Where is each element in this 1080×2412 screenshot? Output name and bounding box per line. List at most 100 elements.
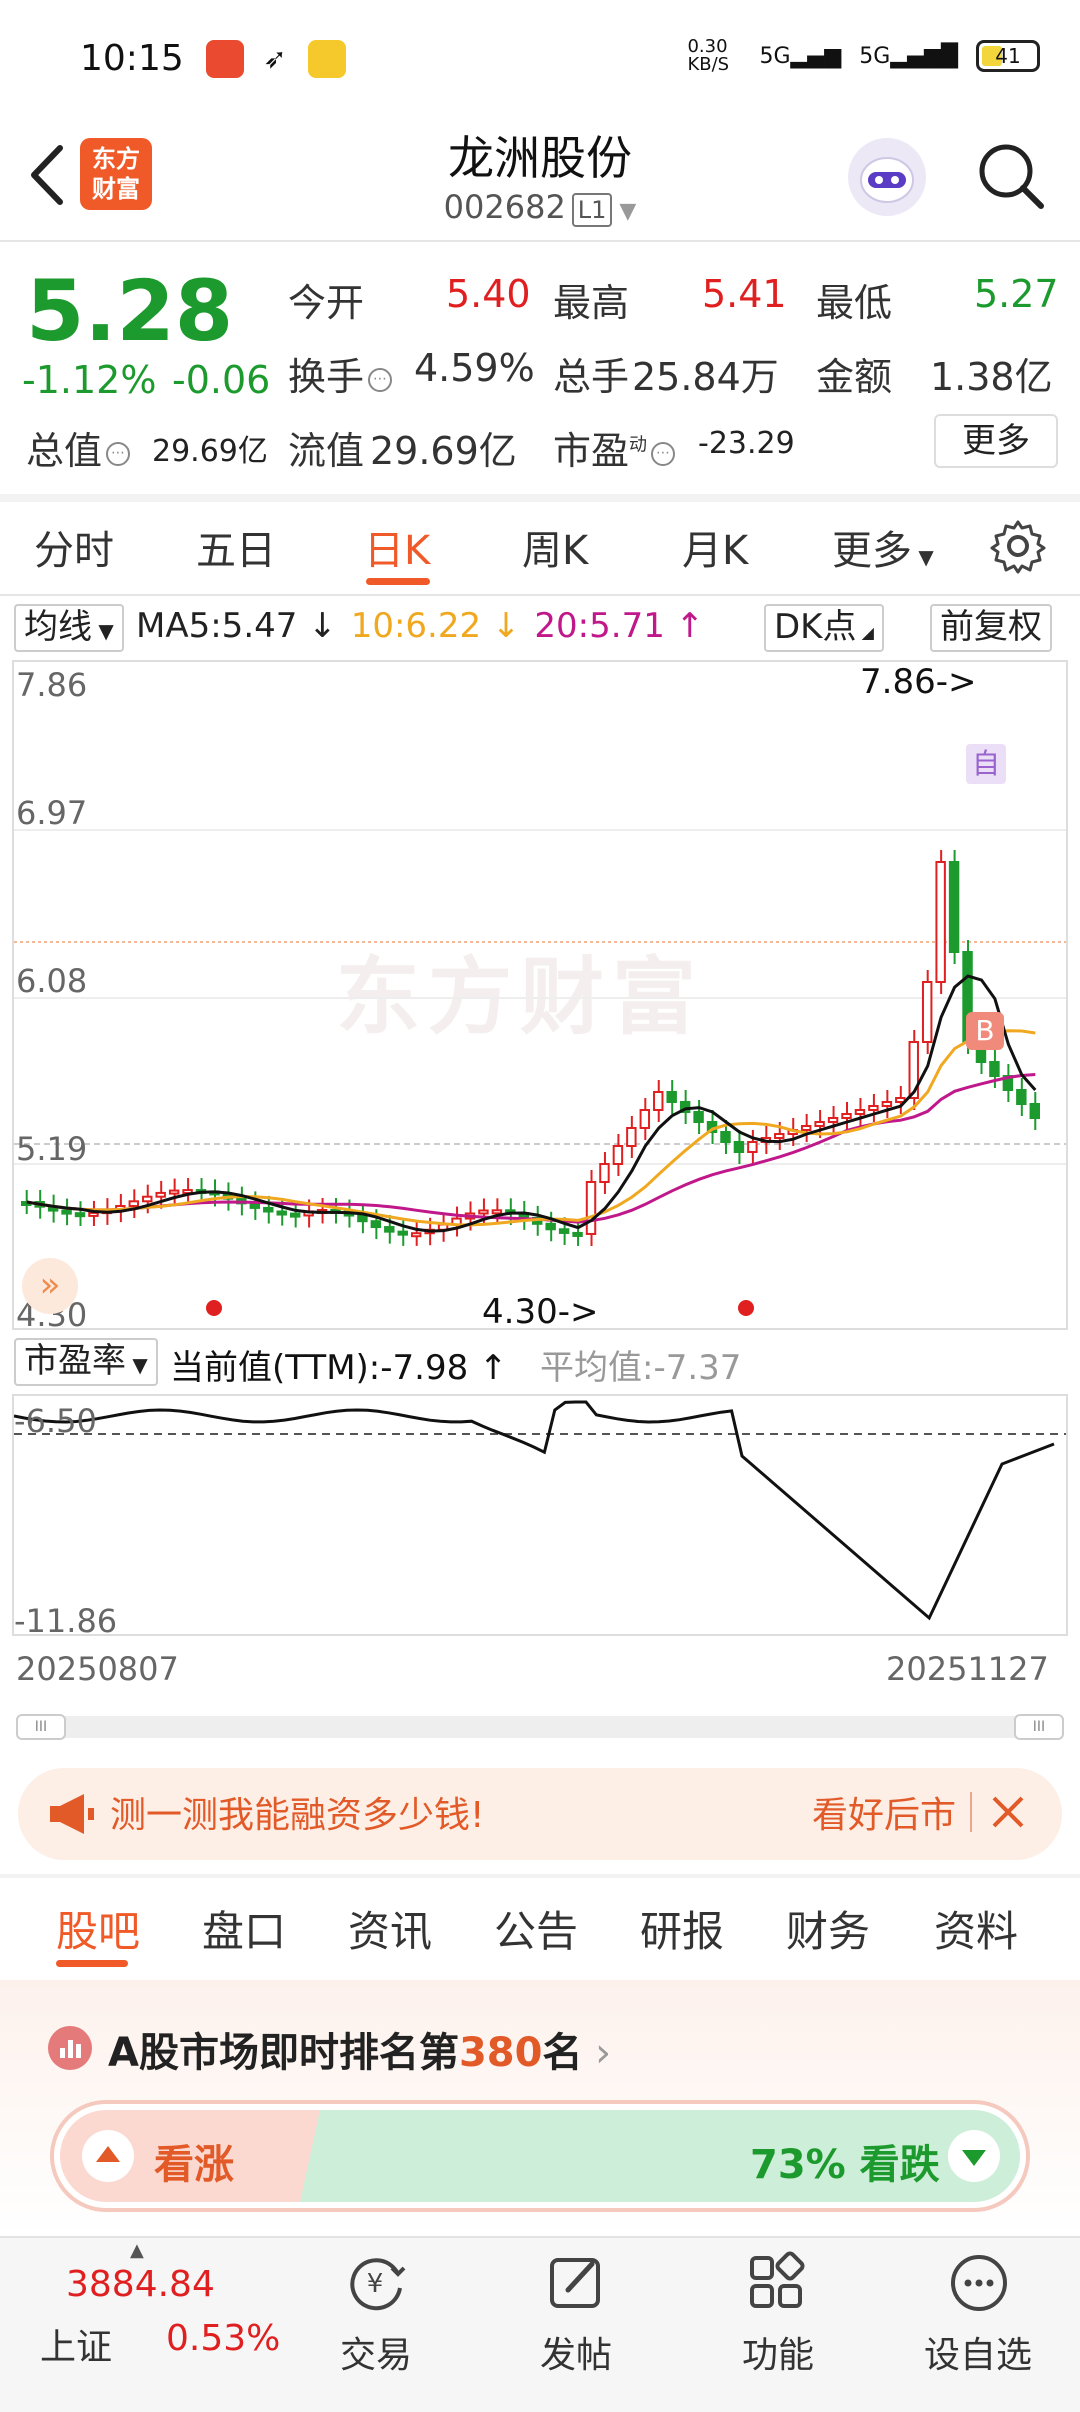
- ma-values: MA5:5.47 ↓ 10:6.22 ↓ 20:5.71 ↑: [136, 606, 704, 646]
- candle-body: [491, 1209, 503, 1215]
- assistant-robot-icon[interactable]: [848, 138, 926, 216]
- low-value: 5.27: [974, 272, 1059, 316]
- candle-body: [1016, 1089, 1027, 1105]
- pe-selector[interactable]: 市盈率 ▼: [14, 1338, 158, 1386]
- volume-label: 总手: [553, 355, 630, 399]
- trade-icon[interactable]: ¥: [340, 2248, 410, 2318]
- bird-app-icon: ➶: [256, 40, 294, 78]
- more-button[interactable]: 更多: [934, 414, 1058, 468]
- nav-trade[interactable]: 交易: [296, 2326, 456, 2378]
- status-bar: 10:15 ➶ 0.30 KB/S 5G▂▄▆ 5G▂▄▆█ 41: [0, 0, 1080, 120]
- pe-average: 平均值:-7.37: [540, 1348, 742, 1388]
- candle-body: [410, 1232, 422, 1238]
- vote-up-icon[interactable]: [82, 2130, 134, 2182]
- divider: [0, 240, 1080, 242]
- tab-guba[interactable]: 股吧: [56, 1898, 140, 1959]
- candle-body: [1029, 1103, 1040, 1119]
- tab-pankou[interactable]: 盘口: [202, 1898, 286, 1959]
- candle-body: [948, 861, 960, 953]
- index-name[interactable]: 上证: [40, 2318, 112, 2370]
- banner-right-text[interactable]: 看好后市: [812, 1786, 956, 1838]
- index-percent[interactable]: 0.53%: [166, 2318, 280, 2359]
- tab-weekly-k[interactable]: 周K: [522, 518, 588, 576]
- net-speed: 0.30 KB/S: [687, 36, 730, 75]
- info-icon: ⋯: [651, 441, 676, 466]
- ma10-value: 10:6.22 ↓: [350, 606, 521, 646]
- candle-body: [666, 1091, 677, 1103]
- market-rank[interactable]: A股市场即时排名第380名 ›: [108, 2020, 611, 2078]
- candle-body: [478, 1209, 489, 1215]
- candle-body: [370, 1220, 382, 1229]
- adjust-button[interactable]: 前复权: [930, 604, 1052, 652]
- kline-plot: [14, 829, 1066, 1316]
- close-icon[interactable]: [986, 1790, 1030, 1834]
- tab-finance[interactable]: 财务: [786, 1898, 870, 1959]
- high-marker: 7.86->: [860, 662, 977, 702]
- expand-index-icon[interactable]: ▲: [130, 2240, 144, 2261]
- back-icon[interactable]: [22, 140, 72, 210]
- video-app-icon: [206, 40, 244, 78]
- candle-body: [357, 1214, 368, 1223]
- stock-code[interactable]: 002682 L1 ▼: [340, 188, 740, 227]
- tab-intraday[interactable]: 分时: [34, 518, 114, 576]
- amount-label: 金额: [816, 355, 893, 399]
- candle-body: [935, 861, 946, 983]
- tab-five-day[interactable]: 五日: [196, 518, 276, 576]
- post-icon[interactable]: [542, 2248, 612, 2318]
- vote-down-label[interactable]: 73% 看跌: [750, 2132, 940, 2190]
- candle-body: [61, 1209, 72, 1215]
- ma5-value: MA5:5.47 ↓: [136, 606, 337, 646]
- candle-body: [289, 1212, 301, 1218]
- pe-y-bottom: -11.86: [14, 1602, 118, 1640]
- tab-more[interactable]: 更多 ▼: [832, 518, 934, 576]
- nav-add-watchlist[interactable]: 设自选: [898, 2326, 1058, 2378]
- candle-body: [155, 1191, 166, 1198]
- date-end: 20251127: [886, 1650, 1049, 1688]
- chart-scrollbar[interactable]: [16, 1716, 1064, 1738]
- eastmoney-logo: 东方 财富: [80, 138, 152, 210]
- y-label-3: 6.08: [16, 962, 88, 1000]
- candle-body: [653, 1091, 664, 1111]
- rank-chart-icon: [48, 2026, 92, 2070]
- search-icon[interactable]: [975, 140, 1047, 212]
- mktcap-value: 29.69亿: [152, 434, 268, 469]
- index-value[interactable]: 3884.84: [66, 2264, 215, 2305]
- tab-monthly-k[interactable]: 月K: [682, 518, 748, 576]
- candle-body: [626, 1127, 637, 1147]
- candle-body: [693, 1111, 704, 1123]
- signal-icon: 5G▂▄▆: [759, 43, 842, 69]
- tab-news[interactable]: 资讯: [348, 1898, 432, 1959]
- signal2-icon: 5G▂▄▆█: [859, 43, 958, 69]
- ma-selector[interactable]: 均线 ▼: [14, 604, 124, 652]
- vote-up-label[interactable]: 看涨: [154, 2132, 234, 2190]
- pe-current: 当前值(TTM):-7.98 ↑: [170, 1348, 508, 1388]
- tab-research[interactable]: 研报: [640, 1898, 724, 1959]
- candle-body: [989, 1061, 1000, 1077]
- signal-dot: [206, 1300, 222, 1316]
- candle-body: [263, 1206, 274, 1213]
- dk-point-button[interactable]: DK点 ◢: [764, 604, 884, 652]
- candle-body: [572, 1231, 583, 1237]
- functions-icon[interactable]: [742, 2248, 812, 2318]
- tab-profile[interactable]: 资料: [934, 1898, 1018, 1959]
- candle-body: [397, 1230, 408, 1236]
- change-percent: -1.12%: [22, 358, 157, 402]
- scroll-handle-right[interactable]: III: [1014, 1714, 1064, 1740]
- ma20-line: [26, 1073, 1036, 1224]
- banner-divider: [970, 1792, 972, 1832]
- banner-text[interactable]: 测一测我能融资多少钱!: [110, 1786, 484, 1838]
- scroll-handle-left[interactable]: III: [16, 1714, 66, 1740]
- auto-signal-badge[interactable]: 自: [966, 744, 1006, 784]
- expand-icon[interactable]: »: [22, 1258, 78, 1314]
- nav-post[interactable]: 发帖: [496, 2326, 656, 2378]
- vote-down-icon[interactable]: [948, 2130, 1000, 2182]
- tab-announcements[interactable]: 公告: [494, 1898, 578, 1959]
- buy-signal-badge[interactable]: B: [966, 1012, 1004, 1050]
- settings-gear-icon[interactable]: [990, 518, 1046, 574]
- add-watchlist-icon[interactable]: [944, 2248, 1014, 2318]
- nav-functions[interactable]: 功能: [698, 2326, 858, 2378]
- candle-body: [747, 1141, 758, 1153]
- tab-daily-k[interactable]: 日K: [364, 518, 430, 576]
- float-value: 29.69亿: [370, 429, 517, 473]
- pe-plot: [14, 1400, 1066, 1621]
